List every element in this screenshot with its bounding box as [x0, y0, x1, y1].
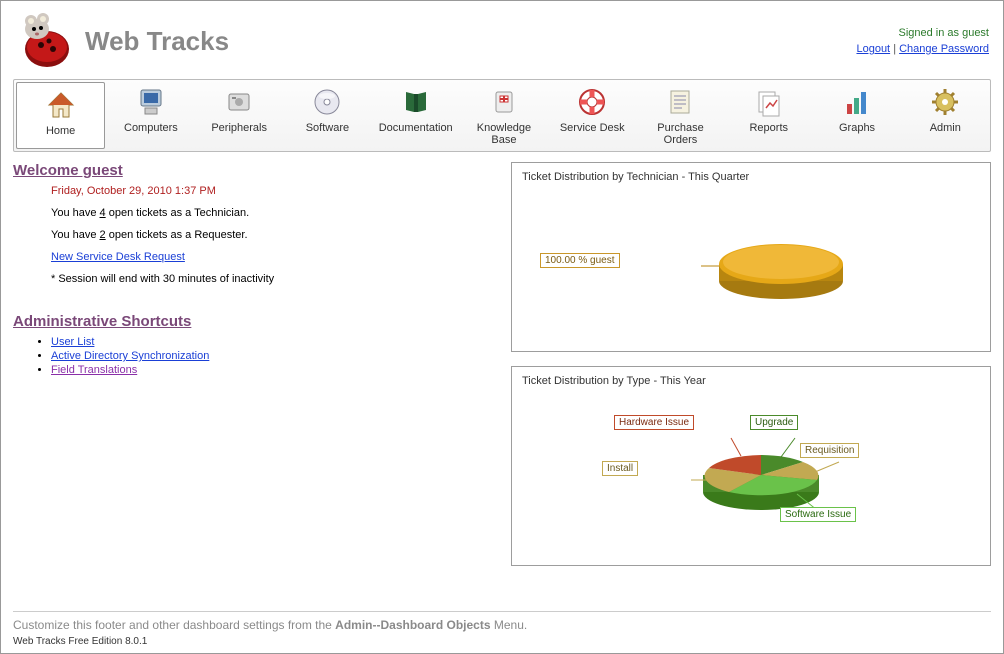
purchase-icon	[664, 86, 696, 118]
slice-label-upgrade: Upgrade	[750, 415, 798, 430]
chart2-title: Ticket Distribution by Type - This Year	[522, 375, 980, 387]
slice-label-hardware: Hardware Issue	[614, 415, 694, 430]
nav-graphs[interactable]: Graphs	[813, 80, 901, 151]
knowledge-icon	[488, 86, 520, 118]
logo-wrap: Web Tracks	[15, 11, 229, 71]
user-list-link[interactable]: User List	[51, 336, 94, 348]
welcome-body: Friday, October 29, 2010 1:37 PM You hav…	[13, 185, 499, 285]
nav-label: Service Desk	[560, 122, 625, 134]
list-item: User List	[51, 336, 499, 348]
nav-label: Graphs	[839, 122, 875, 134]
version-text: Web Tracks Free Edition 8.0.1	[13, 636, 991, 647]
ad-sync-link[interactable]: Active Directory Synchronization	[51, 350, 209, 362]
nav-computers[interactable]: Computers	[107, 80, 195, 151]
chart1-slice-label: 100.00 % guest	[540, 253, 620, 268]
nav-knowledge[interactable]: Knowledge Base	[460, 80, 548, 151]
lifebuoy-icon	[576, 86, 608, 118]
admin-shortcuts-list: User List Active Directory Synchronizati…	[13, 336, 499, 376]
nav-reports[interactable]: Reports	[725, 80, 813, 151]
list-item: Active Directory Synchronization	[51, 350, 499, 362]
nav-documentation[interactable]: Documentation	[372, 80, 460, 151]
reports-icon	[753, 86, 785, 118]
app-title: Web Tracks	[85, 26, 229, 57]
field-translations-link[interactable]: Field Translations	[51, 364, 137, 376]
nav-purchase[interactable]: Purchase Orders	[637, 80, 725, 151]
footer-message: Customize this footer and other dashboar…	[13, 611, 991, 632]
nav-servicedesk[interactable]: Service Desk	[549, 80, 637, 151]
nav-label: Documentation	[379, 122, 453, 134]
new-service-request-link[interactable]: New Service Desk Request	[51, 251, 185, 263]
nav-label: Admin	[930, 122, 961, 134]
chart2-body: Hardware Issue Upgrade Requisition Softw…	[522, 395, 980, 555]
computer-icon	[135, 86, 167, 118]
left-column: Welcome guest Friday, October 29, 2010 1…	[13, 162, 499, 580]
logout-link[interactable]: Logout	[856, 43, 890, 55]
list-item: Field Translations	[51, 364, 499, 376]
nav-label: Home	[46, 125, 75, 137]
nav-peripherals[interactable]: Peripherals	[196, 80, 284, 151]
footer: Customize this footer and other dashboar…	[1, 611, 1003, 653]
current-date: Friday, October 29, 2010 1:37 PM	[51, 185, 499, 197]
tech-tickets-line: You have 4 open tickets as a Technician.	[51, 207, 499, 219]
home-icon	[45, 89, 77, 121]
chart1-title: Ticket Distribution by Technician - This…	[522, 171, 980, 183]
signed-in-text: Signed in as guest	[856, 25, 989, 42]
nav-home[interactable]: Home	[16, 82, 105, 149]
main-content: Welcome guest Friday, October 29, 2010 1…	[1, 162, 1003, 580]
chart-box-technician: Ticket Distribution by Technician - This…	[511, 162, 991, 352]
book-icon	[400, 86, 432, 118]
gear-icon	[929, 86, 961, 118]
admin-shortcuts-heading: Administrative Shortcuts	[13, 313, 499, 330]
nav-bar: Home Computers Peripherals Software Docu…	[13, 79, 991, 152]
welcome-heading: Welcome guest	[13, 162, 499, 179]
nav-label: Reports	[749, 122, 788, 134]
auth-block: Signed in as guest Logout | Change Passw…	[856, 25, 989, 58]
chart1-body: 100.00 % guest	[522, 191, 980, 341]
pie-chart-icon	[601, 196, 901, 336]
change-password-link[interactable]: Change Password	[899, 43, 989, 55]
slice-label-requisition: Requisition	[800, 443, 859, 458]
nav-label: Purchase Orders	[641, 122, 720, 146]
software-icon	[311, 86, 343, 118]
chart-box-type: Ticket Distribution by Type - This Year	[511, 366, 991, 566]
right-column: Ticket Distribution by Technician - This…	[511, 162, 991, 580]
nav-label: Knowledge Base	[464, 122, 543, 146]
header: Web Tracks Signed in as guest Logout | C…	[1, 1, 1003, 75]
new-request-line: New Service Desk Request	[51, 251, 499, 263]
graphs-icon	[841, 86, 873, 118]
req-tickets-line: You have 2 open tickets as a Requester.	[51, 229, 499, 241]
nav-software[interactable]: Software	[284, 80, 372, 151]
slice-label-install: Install	[602, 461, 638, 476]
nav-label: Peripherals	[211, 122, 267, 134]
peripherals-icon	[223, 86, 255, 118]
session-note: * Session will end with 30 minutes of in…	[51, 273, 499, 285]
app-logo-icon	[15, 11, 75, 71]
nav-label: Computers	[124, 122, 178, 134]
nav-label: Software	[306, 122, 349, 134]
nav-admin[interactable]: Admin	[902, 80, 990, 151]
slice-label-software: Software Issue	[780, 507, 856, 522]
